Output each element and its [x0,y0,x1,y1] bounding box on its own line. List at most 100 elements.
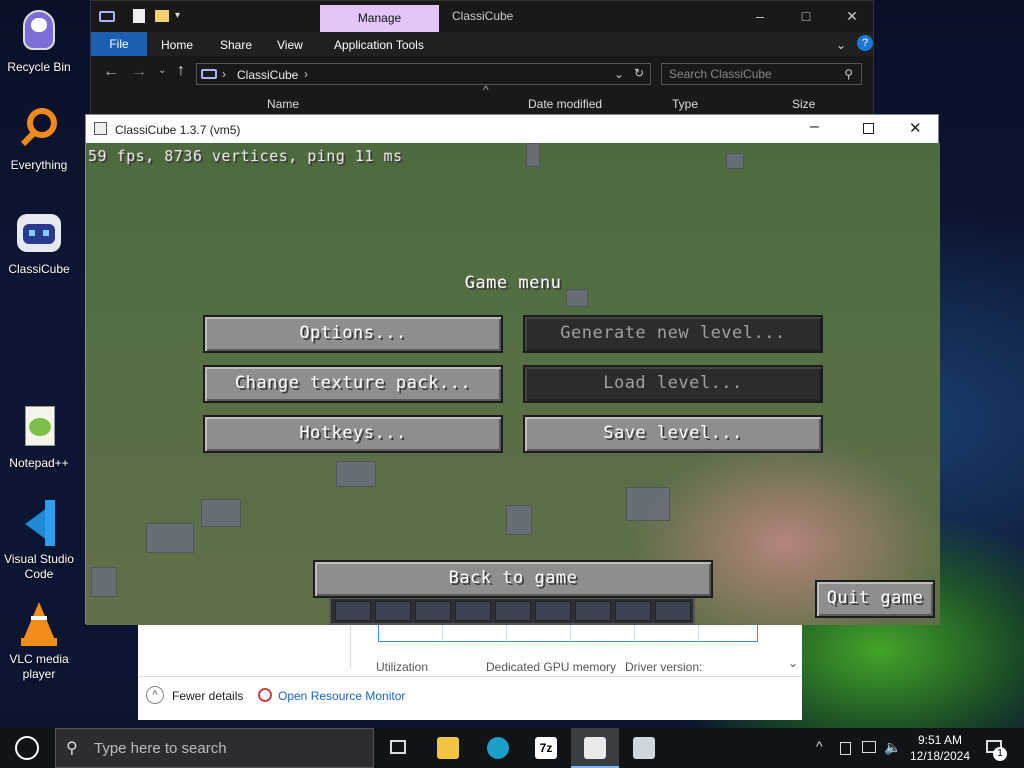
recent-dropdown-icon[interactable]: ⌄ [158,65,166,76]
search-input[interactable]: Search ClassiCube ⚲ [661,63,862,85]
clock-time: 9:51 AM [917,733,963,747]
desktop-icon-everything[interactable]: Everything [0,106,78,173]
fewer-details-icon[interactable]: ^ [146,686,164,704]
hotbar-slot [335,601,371,621]
taskbar-search-input[interactable]: ⚲ Type here to search [55,728,374,768]
hotbar [329,597,695,625]
change-texture-pack-button[interactable]: Change texture pack... [203,365,503,403]
windows-logo-icon [15,736,39,760]
resource-monitor-icon [258,688,272,702]
desktop-icon-recycle-bin[interactable]: Recycle Bin [0,8,78,75]
world-block [526,143,540,167]
scroll-down-icon[interactable]: ⌄ [788,656,798,670]
taskbar-remote-desktop[interactable] [620,728,668,768]
start-button[interactable] [0,728,54,768]
maximize-button[interactable] [863,123,874,134]
column-name[interactable]: Name [267,97,299,111]
desktop-icon-label: Recycle Bin [7,60,71,74]
qat-dropdown-icon[interactable]: ▾ [175,10,180,21]
world-block [336,461,376,487]
properties-icon[interactable] [133,9,145,23]
remote-desktop-icon [633,737,655,759]
column-size[interactable]: Size [792,97,815,111]
explorer-title: ClassiCube [452,9,514,23]
forward-arrow-icon[interactable]: → [131,63,147,81]
network-icon[interactable] [862,741,876,753]
up-arrow-icon[interactable]: ↑ [177,62,185,80]
drive-icon [201,69,217,79]
minimize-button[interactable]: – [737,1,783,32]
breadcrumb[interactable]: ClassiCube [237,68,298,82]
breadcrumb-chevron-icon[interactable]: › [304,67,308,81]
utilization-label: Utilization [376,660,429,674]
desktop-icon-label: Everything [10,158,68,172]
notification-count-badge: 1 [993,747,1007,761]
hotbar-slot [375,601,411,621]
volume-muted-icon[interactable]: 🔈 [884,739,901,756]
address-bar[interactable]: › ClassiCube › ⌄ ↻ [196,63,651,85]
explorer-app-icon [99,11,115,22]
gpu-graph [378,622,758,642]
back-to-game-button[interactable]: Back to game [313,560,713,598]
sort-ascending-icon: ^ [483,83,489,97]
tab-application-tools[interactable]: Application Tools [334,38,424,52]
close-button[interactable]: ✕ [829,1,875,32]
desktop-icon-notepadpp[interactable]: Notepad++ [0,404,78,471]
refresh-icon[interactable]: ↻ [634,66,644,80]
breadcrumb-chevron-icon[interactable]: › [222,67,226,81]
tablet-icon[interactable] [840,742,851,755]
tab-view[interactable]: View [277,38,303,52]
maximize-button[interactable]: □ [783,1,829,32]
fewer-details-link[interactable]: Fewer details [172,689,243,703]
task-view-button[interactable] [374,728,422,768]
taskbar-file-explorer[interactable] [424,728,472,768]
desktop-icon-vlc[interactable]: VLC media player [0,600,78,682]
system-clock[interactable]: 9:51 AM 12/18/2024 [905,732,975,764]
task-manager-window[interactable]: Utilization Dedicated GPU memory Driver … [138,622,802,720]
save-level-button[interactable]: Save level... [523,415,823,453]
quit-game-button[interactable]: Quit game [815,580,935,618]
tab-manage[interactable]: Manage [320,5,439,32]
column-type[interactable]: Type [672,97,698,111]
vlc-icon [15,600,63,648]
world-block [726,153,744,169]
back-arrow-icon[interactable]: ← [103,63,119,81]
tab-home[interactable]: Home [161,38,193,52]
taskbar-7zip[interactable]: 7z [522,728,570,768]
footer-divider [138,676,802,677]
tab-share[interactable]: Share [220,38,252,52]
desktop-icon-classicube[interactable]: ClassiCube [0,210,78,277]
hotbar-slot [655,601,691,621]
generate-new-level-button[interactable]: Generate new level... [523,315,823,353]
show-hidden-icons-icon[interactable]: ^ [816,738,823,754]
address-dropdown-icon[interactable]: ⌄ [614,67,624,81]
explorer-ribbon: File Home Share View Application Tools ⌄… [91,32,873,56]
taskbar: ⚲ Type here to search 7z ^ 🔈 9:51 AM 12/… [0,728,1024,768]
open-resource-monitor-link[interactable]: Open Resource Monitor [278,689,405,703]
hotbar-slot [455,601,491,621]
task-view-icon [390,740,406,754]
new-folder-icon[interactable] [155,10,169,22]
file-explorer-window[interactable]: ▾ Manage ClassiCube – □ ✕ File Home Shar… [90,0,874,125]
classicube-window[interactable]: ClassiCube 1.3.7 (vm5) – ✕ 59 fps, 8736 … [85,114,940,625]
help-icon[interactable]: ? [857,35,873,51]
classicube-titlebar[interactable]: ClassiCube 1.3.7 (vm5) – ✕ [86,115,938,143]
minimize-button[interactable]: – [810,118,819,136]
taskbar-classicube[interactable] [571,728,619,768]
close-button[interactable]: ✕ [909,119,922,137]
search-icon: ⚲ [844,67,853,81]
expand-ribbon-icon[interactable]: ⌄ [836,38,846,52]
game-viewport[interactable]: 59 fps, 8736 vertices, ping 11 ms Game m… [86,143,940,625]
load-level-button[interactable]: Load level... [523,365,823,403]
desktop-icon-vscode[interactable]: Visual Studio Code [0,500,78,582]
taskbar-edge[interactable] [474,728,522,768]
notification-center-button[interactable]: 1 [980,728,1024,768]
hotbar-slot [495,601,531,621]
tab-file[interactable]: File [91,32,147,56]
classicube-icon [584,737,606,759]
world-block [91,567,117,597]
column-date[interactable]: Date modified [528,97,602,111]
options-button[interactable]: Options... [203,315,503,353]
hotkeys-button[interactable]: Hotkeys... [203,415,503,453]
explorer-titlebar[interactable]: ▾ Manage ClassiCube – □ ✕ [91,1,873,32]
